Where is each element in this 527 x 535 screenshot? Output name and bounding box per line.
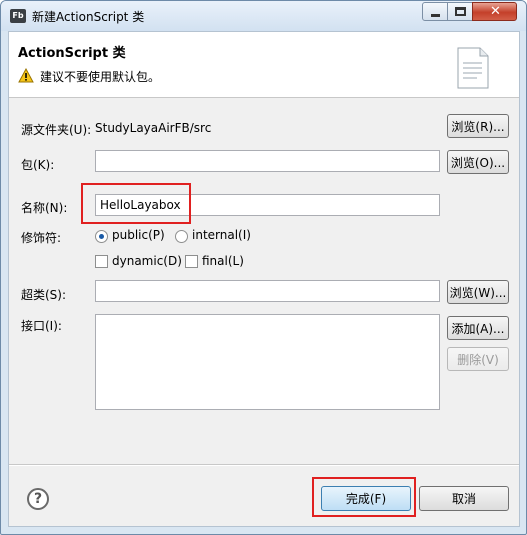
browse-source-folder-button[interactable]: 浏览(R)...: [447, 114, 509, 138]
flash-builder-app-icon: Fb: [10, 9, 26, 23]
source-folder-label: 源文件夹(U):: [21, 123, 92, 137]
finish-highlight-box: [312, 477, 416, 517]
minimize-icon: [431, 14, 440, 17]
new-actionscript-class-dialog: Fb 新建ActionScript 类 ✕ ActionScript 类 建议不…: [0, 0, 527, 535]
header-banner: ActionScript 类 建议不要使用默认包。: [9, 32, 519, 98]
superclass-input[interactable]: [96, 281, 439, 301]
package-input[interactable]: [96, 151, 439, 171]
name-label: 名称(N):: [21, 201, 68, 215]
minimize-button[interactable]: [422, 2, 448, 21]
dynamic-checkbox[interactable]: [95, 255, 108, 268]
maximize-button[interactable]: [447, 2, 473, 21]
superclass-label: 超类(S):: [21, 288, 67, 302]
internal-radio-label[interactable]: internal(I): [192, 228, 251, 242]
public-radio[interactable]: [95, 230, 108, 243]
interfaces-label: 接口(I):: [21, 319, 62, 333]
add-interface-button[interactable]: 添加(A)...: [447, 316, 509, 340]
dynamic-checkbox-label[interactable]: dynamic(D): [112, 254, 182, 268]
warning-icon: [18, 68, 34, 83]
source-folder-value: StudyLayaAirFB/src: [95, 121, 212, 135]
new-class-document-icon: [457, 47, 489, 89]
interfaces-list[interactable]: [95, 314, 440, 410]
name-highlight-box: [81, 183, 191, 224]
internal-radio[interactable]: [175, 230, 188, 243]
window-title: 新建ActionScript 类: [32, 10, 145, 24]
close-button[interactable]: ✕: [472, 2, 517, 21]
browse-package-button[interactable]: 浏览(O)...: [447, 150, 509, 174]
final-checkbox-label[interactable]: final(L): [202, 254, 244, 268]
modifiers-label: 修饰符:: [21, 231, 62, 245]
close-icon: ✕: [490, 4, 501, 19]
public-radio-label[interactable]: public(P): [112, 228, 165, 242]
final-checkbox[interactable]: [185, 255, 198, 268]
package-label: 包(K):: [21, 158, 55, 172]
help-icon[interactable]: ?: [27, 488, 49, 510]
maximize-icon: [455, 7, 466, 16]
warning-message: 建议不要使用默认包。: [40, 70, 161, 84]
page-title: ActionScript 类: [18, 46, 126, 61]
cancel-button[interactable]: 取消: [419, 486, 509, 511]
remove-interface-button[interactable]: 删除(V): [447, 347, 509, 371]
footer-separator: [9, 464, 519, 466]
browse-superclass-button[interactable]: 浏览(W)...: [447, 280, 509, 304]
title-bar[interactable]: Fb 新建ActionScript 类 ✕: [1, 1, 526, 31]
package-field[interactable]: [95, 150, 440, 172]
superclass-field[interactable]: [95, 280, 440, 302]
dialog-content: ActionScript 类 建议不要使用默认包。 源文件夹(U): Study…: [8, 31, 520, 527]
